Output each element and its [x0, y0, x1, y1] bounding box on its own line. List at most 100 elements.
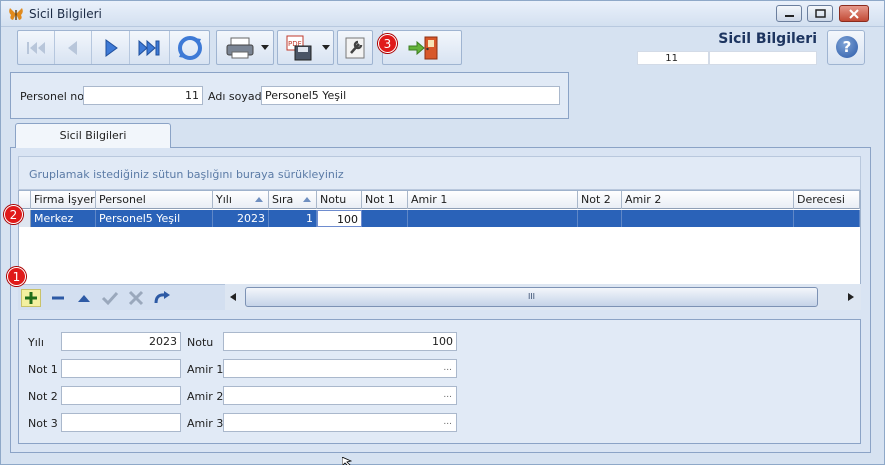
not2-label: Not 2 [28, 390, 58, 403]
ellipsis-icon[interactable]: ... [443, 414, 452, 431]
maximize-button[interactable] [807, 5, 833, 22]
ellipsis-icon[interactable]: ... [443, 387, 452, 404]
settings-icon [345, 37, 365, 59]
cancel-edit-button[interactable] [126, 289, 146, 307]
triangle-up-icon [78, 295, 90, 302]
navigation-toolbar [17, 30, 210, 65]
cell-notu-editor[interactable]: 100 [317, 210, 362, 227]
not3-field[interactable] [61, 413, 181, 432]
column-header-yili[interactable]: Yılı [213, 191, 269, 209]
cell-sira[interactable]: 1 [269, 210, 317, 227]
grid-header: Firma İşyeri Personel Yılı Sıra Notu Not… [19, 191, 860, 209]
cell-yili[interactable]: 2023 [213, 210, 269, 227]
butterfly-logo-icon [9, 8, 23, 20]
move-up-button[interactable] [74, 289, 94, 307]
cell-derecesi[interactable] [794, 210, 860, 227]
refresh-button[interactable] [170, 31, 209, 64]
not3-label: Not 3 [28, 417, 58, 430]
cell-amir2[interactable] [622, 210, 794, 227]
column-header-sira-label: Sıra [272, 193, 294, 206]
column-header-firma[interactable]: Firma İşyeri [31, 191, 96, 209]
add-row-button[interactable] [21, 289, 41, 307]
minimize-icon [785, 15, 794, 17]
column-header-amir2[interactable]: Amir 2 [622, 191, 794, 209]
mouse-cursor-icon [342, 457, 352, 465]
pdf-save-button[interactable]: PDF [277, 30, 334, 65]
chevron-down-icon [261, 45, 269, 50]
cell-personel[interactable]: Personel5 Yeşil [96, 210, 213, 227]
amir2-label: Amir 2 [187, 390, 224, 403]
column-header-amir1[interactable]: Amir 1 [408, 191, 578, 209]
check-icon [101, 291, 119, 306]
pdf-save-icon: PDF [286, 35, 312, 61]
close-icon [128, 290, 144, 306]
column-header-personel[interactable]: Personel [96, 191, 213, 209]
refresh-grid-button[interactable] [152, 289, 172, 307]
ellipsis-icon[interactable]: ... [443, 360, 452, 377]
cell-amir1[interactable] [408, 210, 578, 227]
confirm-button[interactable] [100, 289, 120, 307]
title-bar: Sicil Bilgileri [1, 1, 884, 27]
not2-field[interactable] [61, 386, 181, 405]
annotation-badge-1: 1 [7, 267, 26, 286]
settings-button[interactable] [337, 30, 373, 65]
personel-panel: Personel no 11 Adı soyadı Personel5 Yeşi… [10, 72, 569, 119]
last-record-button[interactable] [130, 31, 170, 64]
delete-row-button[interactable] [48, 289, 68, 307]
close-icon [849, 9, 859, 19]
column-header-not1[interactable]: Not 1 [362, 191, 408, 209]
tab-sicil-bilgileri[interactable]: Sicil Bilgileri [15, 123, 171, 148]
first-icon [27, 41, 45, 54]
scroll-left-icon[interactable] [230, 293, 236, 301]
column-header-not2[interactable]: Not 2 [578, 191, 622, 209]
amir1-label: Amir 1 [187, 363, 224, 376]
main-window: Sicil Bilgileri PDF Sicil Bilgileri 11 ?… [0, 0, 885, 465]
detail-panel: Yılı 2023 Notu 100 Not 1 Amir 1 ... Not … [18, 319, 861, 444]
plus-icon [25, 292, 37, 304]
previous-record-button[interactable] [55, 31, 92, 64]
notu-label: Notu [187, 336, 214, 349]
next-icon [105, 38, 118, 57]
amir3-field[interactable]: ... [223, 413, 457, 432]
column-header-derecesi[interactable]: Derecesi [794, 191, 860, 209]
chevron-down-icon [322, 45, 330, 50]
amir1-field[interactable]: ... [223, 359, 457, 378]
annotation-badge-2: 2 [4, 205, 23, 224]
next-record-button[interactable] [92, 31, 130, 64]
help-button[interactable]: ? [827, 30, 865, 65]
sort-asc-icon [303, 197, 311, 202]
cell-not2[interactable] [578, 210, 622, 227]
page-title: Sicil Bilgileri [718, 31, 817, 47]
print-button[interactable] [216, 30, 274, 65]
amir3-label: Amir 3 [187, 417, 224, 430]
amir2-field[interactable]: ... [223, 386, 457, 405]
first-record-button[interactable] [18, 31, 55, 64]
yili-label: Yılı [28, 336, 44, 349]
last-icon [138, 39, 159, 56]
print-icon [226, 37, 254, 59]
minus-icon [52, 296, 64, 300]
scrollbar-thumb[interactable]: III [245, 287, 818, 307]
record-info-field [709, 51, 817, 65]
horizontal-scrollbar[interactable]: III [225, 284, 861, 310]
maximize-icon [815, 9, 826, 18]
cell-firma[interactable]: Merkez [31, 210, 96, 227]
column-header-yili-label: Yılı [216, 193, 232, 206]
column-header-sira[interactable]: Sıra [269, 191, 317, 209]
group-by-panel[interactable]: Gruplamak istediğiniz sütun başlığını bu… [18, 156, 861, 190]
not1-label: Not 1 [28, 363, 58, 376]
minimize-button[interactable] [776, 5, 802, 22]
table-row[interactable]: Merkez Personel5 Yeşil 2023 1 100 [19, 210, 860, 227]
column-header-notu[interactable]: Notu [317, 191, 362, 209]
notu-field[interactable]: 100 [223, 332, 457, 351]
record-count: 11 [637, 51, 709, 65]
close-button[interactable] [839, 5, 869, 22]
scroll-right-icon[interactable] [848, 293, 854, 301]
adi-soyadi-field[interactable]: Personel5 Yeşil [261, 86, 560, 105]
not1-field[interactable] [61, 359, 181, 378]
yili-field[interactable]: 2023 [61, 332, 181, 351]
help-icon: ? [836, 36, 858, 58]
personel-no-field[interactable]: 11 [83, 86, 203, 105]
cell-not1[interactable] [362, 210, 408, 227]
redo-icon [154, 291, 170, 304]
